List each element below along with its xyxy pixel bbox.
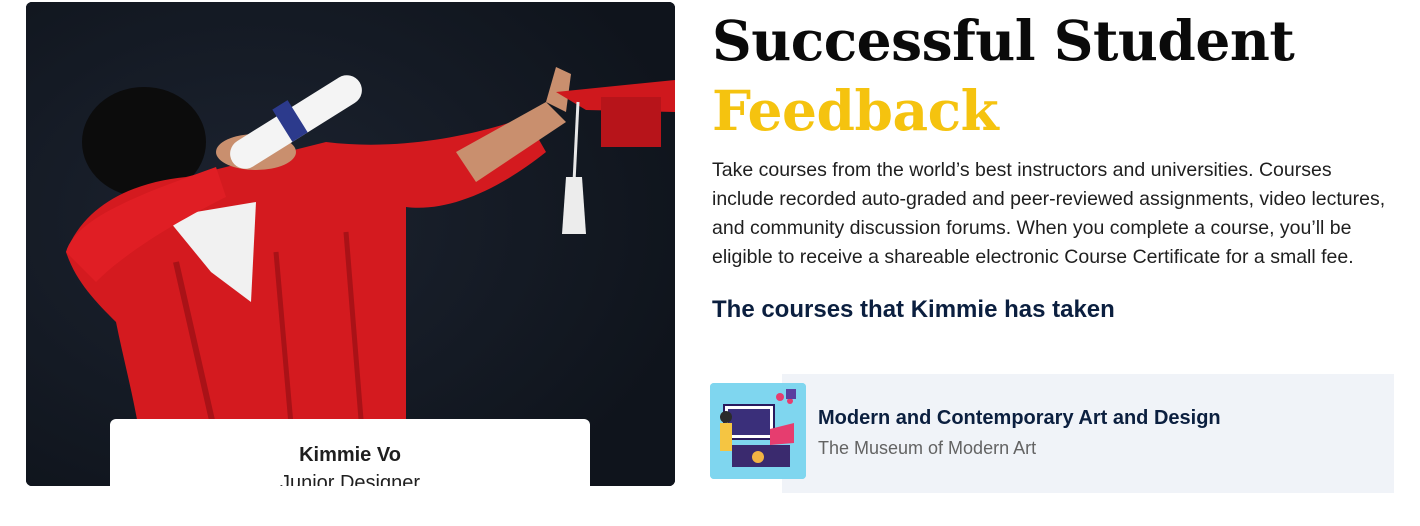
student-photo-card: Kimmie Vo Junior Designer (26, 2, 675, 486)
course-title[interactable]: Modern and Contemporary Art and Design (818, 406, 1221, 430)
graduate-photo (26, 2, 675, 486)
course-item-background (782, 374, 1394, 493)
page: Kimmie Vo Junior Designer Successful Stu… (0, 0, 1420, 526)
student-name: Kimmie Vo (299, 444, 401, 466)
title-line-2: Feedback (712, 78, 999, 143)
courses-heading: The courses that Kimmie has taken (712, 296, 1115, 323)
course-thumbnail[interactable] (710, 383, 806, 479)
course-illustration-icon (710, 383, 806, 479)
page-title: Successful Student Feedback (712, 0, 1402, 146)
course-provider: The Museum of Modern Art (818, 438, 1037, 458)
title-line-1: Successful Student (712, 8, 1295, 73)
student-name-card: Kimmie Vo Junior Designer (110, 419, 590, 486)
course-item[interactable]: Modern and Contemporary Art and Design T… (710, 374, 1394, 493)
student-role: Junior Designer (279, 472, 421, 486)
feedback-content: Successful Student Feedback Take courses… (712, 0, 1402, 326)
feedback-description: Take courses from the world’s best instr… (712, 159, 1386, 268)
